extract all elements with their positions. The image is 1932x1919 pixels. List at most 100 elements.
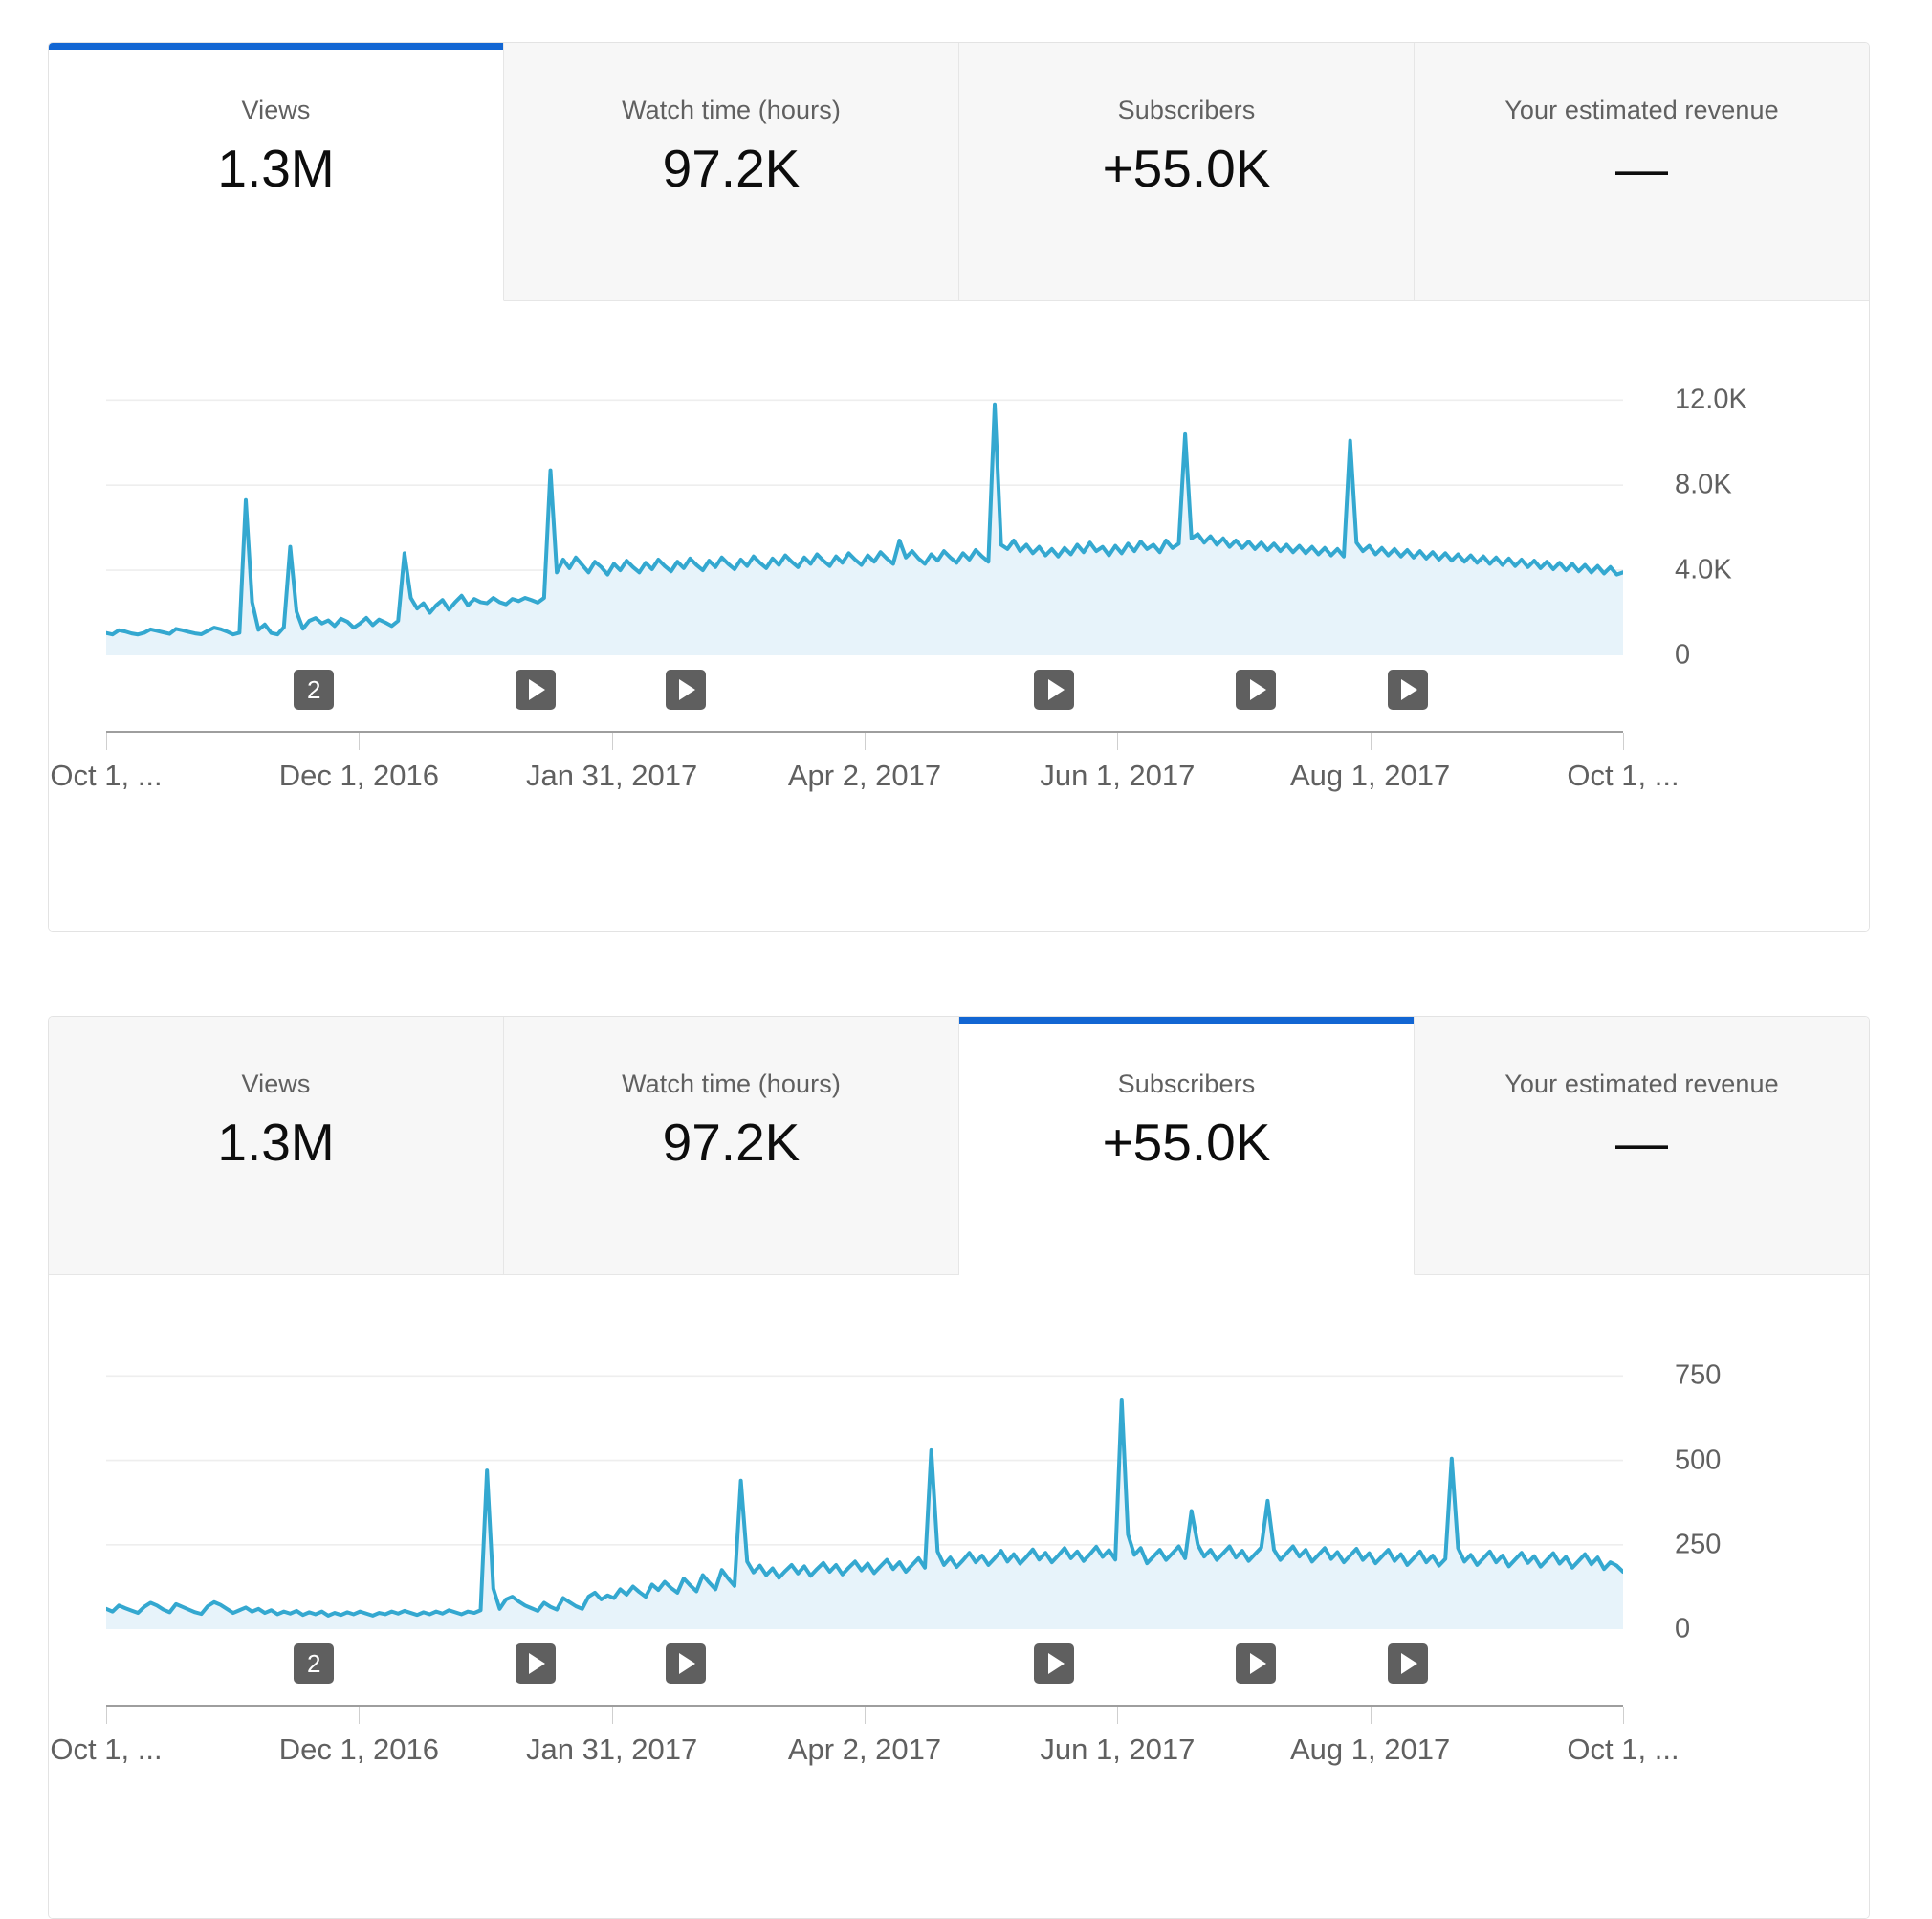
y-axis-tick-label: 8.0K [1675, 469, 1732, 500]
y-axis-tick-label: 12.0K [1675, 384, 1747, 415]
metric-tabstrip-1: Views 1.3M Watch time (hours) 97.2K Subs… [49, 43, 1869, 301]
x-axis-tick-label: Oct 1, ... [50, 759, 163, 792]
y-axis-tick-label: 750 [1675, 1359, 1722, 1391]
tab-active-indicator [959, 1017, 1414, 1024]
video-count-marker[interactable]: 2 [294, 1643, 335, 1684]
video-count-label: 2 [307, 675, 321, 704]
tab-active-indicator [504, 43, 958, 50]
views-x-axis-labels: Oct 1, ... Dec 1, 2016 Jan 31, 2017 Apr 2, … [50, 759, 1679, 803]
views-chart: 0 4.0K 8.0K 12.0K 2 Oct 1, ... Dec 1, 2016 Ja… [49, 301, 1869, 931]
video-play-marker[interactable] [1034, 1643, 1075, 1684]
x-axis-tick [865, 1707, 866, 1724]
x-axis-tick [1370, 1707, 1372, 1724]
x-axis-tick [359, 1707, 361, 1724]
x-axis-tick-label: Aug 1, 2017 [1290, 759, 1451, 792]
metric-tabstrip-2: Views 1.3M Watch time (hours) 97.2K Subs… [49, 1017, 1869, 1275]
tab-value: — [1615, 138, 1668, 198]
play-icon [679, 1653, 696, 1674]
video-play-marker[interactable] [665, 670, 706, 710]
views-line-chart [106, 368, 1623, 655]
x-axis-tick-label: Jun 1, 2017 [1040, 1732, 1196, 1766]
video-marker-row: 2 [106, 670, 1623, 723]
tab-value: 1.3M [217, 1112, 335, 1172]
chart-area-fill [106, 1400, 1623, 1629]
tab-active-indicator [504, 1017, 958, 1024]
tab-label: Watch time (hours) [622, 1070, 841, 1098]
video-play-marker[interactable] [1387, 1643, 1428, 1684]
x-axis-tick-label: Aug 1, 2017 [1290, 1732, 1451, 1766]
x-axis-tick [865, 733, 866, 750]
x-axis-tick-label: Jun 1, 2017 [1040, 759, 1196, 792]
x-axis-tick-label: Apr 2, 2017 [787, 1732, 942, 1766]
video-play-marker[interactable] [1387, 670, 1428, 710]
tab-value: +55.0K [1102, 1112, 1271, 1172]
x-axis-tick [1370, 733, 1372, 750]
x-axis-tick-label: Dec 1, 2016 [278, 759, 439, 792]
play-icon [1249, 679, 1266, 700]
tab-views-2[interactable]: Views 1.3M [49, 1017, 504, 1275]
tab-active-indicator [1415, 1017, 1869, 1024]
x-axis-tick-label: Apr 2, 2017 [787, 759, 942, 792]
subscribers-y-axis: 0 250 500 750 [1675, 1342, 1869, 1644]
video-play-marker[interactable] [1236, 1643, 1277, 1684]
subscribers-panel: Views 1.3M Watch time (hours) 97.2K Subs… [48, 1016, 1870, 1919]
tab-label: Subscribers [1117, 1070, 1256, 1098]
play-icon [529, 679, 546, 700]
x-axis-tick-label: Dec 1, 2016 [278, 1732, 439, 1766]
play-icon [1401, 679, 1418, 700]
tab-subscribers-2[interactable]: Subscribers +55.0K [959, 1017, 1415, 1275]
x-axis-tick [1623, 1707, 1624, 1724]
y-axis-tick-label: 250 [1675, 1529, 1722, 1560]
play-icon [1047, 679, 1065, 700]
video-play-marker[interactable] [515, 1643, 556, 1684]
video-play-marker[interactable] [515, 670, 556, 710]
subscribers-chart: 0 250 500 750 2 Oct 1, ... Dec 1, 2016 Jan 31… [49, 1275, 1869, 1918]
tab-watch-time-2[interactable]: Watch time (hours) 97.2K [504, 1017, 959, 1275]
tab-estimated-revenue-1[interactable]: Your estimated revenue — [1415, 43, 1869, 301]
tab-value: +55.0K [1102, 138, 1271, 198]
y-axis-tick-label: 500 [1675, 1445, 1722, 1476]
play-icon [1047, 1653, 1065, 1674]
x-axis-tick [1623, 733, 1624, 750]
y-axis-tick-label: 4.0K [1675, 554, 1732, 585]
subscribers-line-chart [106, 1342, 1623, 1629]
video-play-marker[interactable] [1236, 670, 1277, 710]
video-play-marker[interactable] [665, 1643, 706, 1684]
play-icon [1249, 1653, 1266, 1674]
tab-subscribers-1[interactable]: Subscribers +55.0K [959, 43, 1415, 301]
x-axis-tick-label: Jan 31, 2017 [525, 759, 698, 792]
tab-label: Watch time (hours) [622, 96, 841, 124]
video-count-marker[interactable]: 2 [294, 670, 335, 710]
tab-views-1[interactable]: Views 1.3M [49, 43, 504, 301]
x-axis-tick [106, 1707, 107, 1724]
tab-estimated-revenue-2[interactable]: Your estimated revenue — [1415, 1017, 1869, 1275]
video-count-label: 2 [307, 1649, 321, 1678]
x-axis-tick-label: Jan 31, 2017 [525, 1732, 698, 1766]
video-play-marker[interactable] [1034, 670, 1075, 710]
tab-watch-time-1[interactable]: Watch time (hours) 97.2K [504, 43, 959, 301]
x-axis-tick [611, 1707, 613, 1724]
x-axis-tick-label: Oct 1, ... [50, 1732, 163, 1766]
tab-active-indicator [49, 43, 503, 50]
y-axis-tick-label: 0 [1675, 1613, 1691, 1644]
tab-value: 1.3M [217, 138, 335, 198]
tab-label: Views [241, 96, 311, 124]
tab-label: Subscribers [1117, 96, 1256, 124]
tab-label: Views [241, 1070, 311, 1098]
tab-label: Your estimated revenue [1504, 96, 1779, 124]
x-axis-tick-label: Oct 1, ... [1567, 1732, 1680, 1766]
y-axis-tick-label: 0 [1675, 639, 1691, 671]
tab-label: Your estimated revenue [1504, 1070, 1779, 1098]
x-axis-tick [1117, 733, 1119, 750]
tab-value: 97.2K [662, 1112, 801, 1172]
x-axis-tick [359, 733, 361, 750]
tab-value: 97.2K [662, 138, 801, 198]
tab-active-indicator [959, 43, 1414, 50]
analytics-screenshot: Views 1.3M Watch time (hours) 97.2K Subs… [0, 0, 1932, 1919]
x-axis-tick-label: Oct 1, ... [1567, 759, 1680, 792]
play-icon [529, 1653, 546, 1674]
x-axis-tick [611, 733, 613, 750]
tab-active-indicator [1415, 43, 1869, 50]
views-plot-area [106, 368, 1623, 655]
play-icon [1401, 1653, 1418, 1674]
